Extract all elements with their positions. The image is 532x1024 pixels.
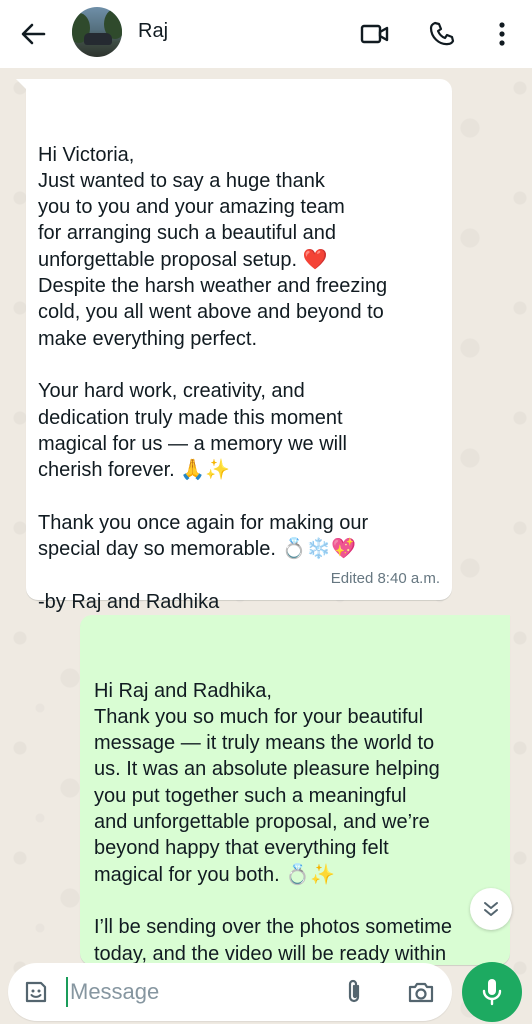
chat-header: Raj <box>0 0 532 68</box>
phone-icon[interactable] <box>424 16 460 52</box>
camera-icon[interactable] <box>406 978 436 1006</box>
scroll-to-bottom-button[interactable] <box>470 888 512 930</box>
message-text: Hi Raj and Radhika, Thank you so much fo… <box>94 679 452 965</box>
back-arrow-icon[interactable] <box>18 19 48 49</box>
message-composer <box>8 963 452 1021</box>
double-chevron-down-icon <box>484 902 498 916</box>
contact-name[interactable]: Raj <box>138 20 168 43</box>
outgoing-message[interactable]: Hi Raj and Radhika, Thank you so much fo… <box>80 615 510 965</box>
message-input[interactable] <box>66 977 326 1007</box>
more-vert-icon[interactable] <box>484 16 520 52</box>
message-text: Hi Victoria, Just wanted to say a huge t… <box>38 143 388 613</box>
attach-icon[interactable] <box>340 978 368 1006</box>
message-timestamp: Edited 8:40 a.m. <box>330 569 440 587</box>
mic-button[interactable] <box>462 962 522 1022</box>
sticker-icon[interactable] <box>22 978 50 1006</box>
avatar[interactable] <box>72 7 122 57</box>
video-call-icon[interactable] <box>357 16 393 52</box>
incoming-message[interactable]: Hi Victoria, Just wanted to say a huge t… <box>16 79 452 613</box>
mic-icon <box>482 979 502 1006</box>
